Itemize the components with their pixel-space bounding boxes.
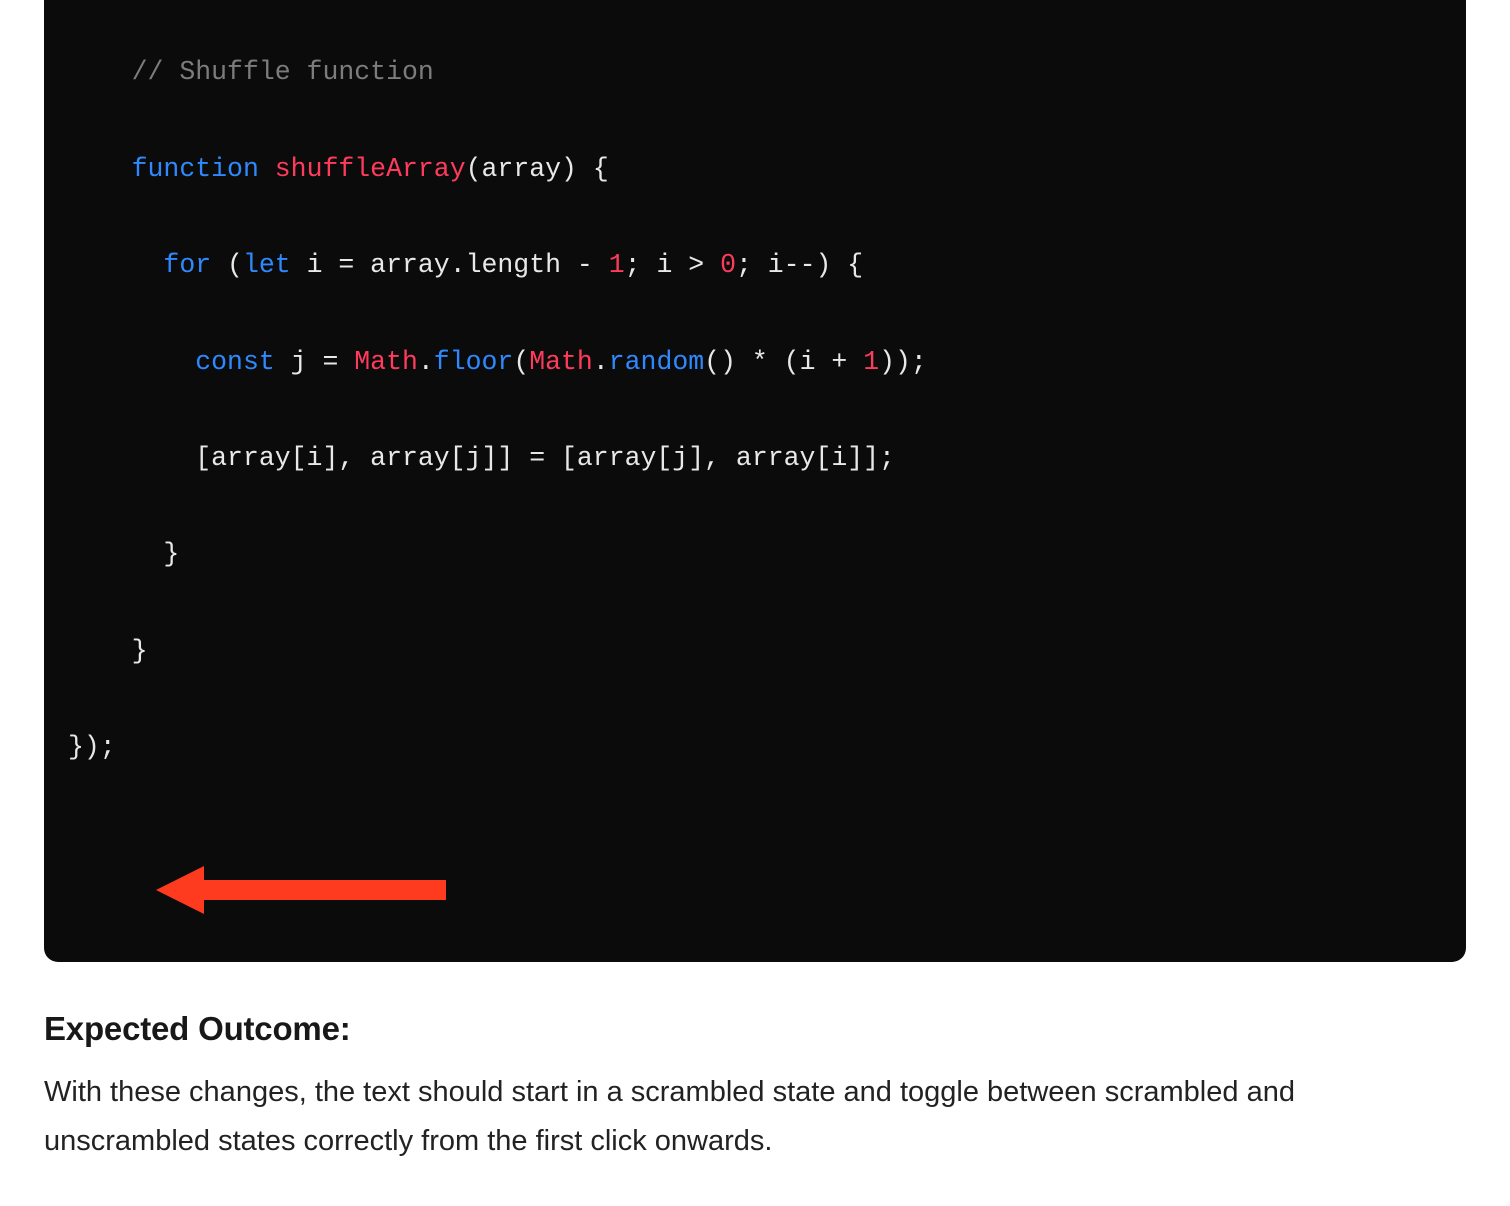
code-block: // Shuffle function function shuffleArra…: [44, 0, 1466, 962]
swap-expression: [array[i], array[j]] = [array[j], array[…: [195, 443, 895, 473]
number-literal: 0: [720, 250, 736, 280]
code-line: // Shuffle function: [68, 48, 1442, 96]
method-random: random: [609, 347, 704, 377]
document-page: // Shuffle function function shuffleArra…: [0, 0, 1510, 1206]
method-floor: floor: [434, 347, 514, 377]
code-comment: // Shuffle function: [132, 57, 434, 87]
number-literal: 1: [609, 250, 625, 280]
number-literal: 1: [863, 347, 879, 377]
builtin-math: Math: [354, 347, 418, 377]
code-line: const j = Math.floor(Math.random() * (i …: [68, 338, 1442, 386]
annotation-arrow-icon: [156, 860, 456, 920]
section-heading: Expected Outcome:: [44, 1010, 1466, 1048]
body-paragraph: With these changes, the text should star…: [44, 1068, 1466, 1165]
code-line: [array[i], array[j]] = [array[j], array[…: [68, 434, 1442, 482]
code-line: function shuffleArray(array) {: [68, 145, 1442, 193]
code-line: }: [68, 530, 1442, 578]
keyword-const: const: [195, 347, 275, 377]
keyword-for: for: [163, 250, 211, 280]
code-line: for (let i = array.length - 1; i > 0; i-…: [68, 241, 1442, 289]
keyword-let: let: [243, 250, 291, 280]
builtin-math: Math: [529, 347, 593, 377]
code-line: }: [68, 627, 1442, 675]
code-line: });: [68, 723, 1442, 771]
keyword-function: function: [132, 154, 259, 184]
function-name: shuffleArray: [275, 154, 466, 184]
